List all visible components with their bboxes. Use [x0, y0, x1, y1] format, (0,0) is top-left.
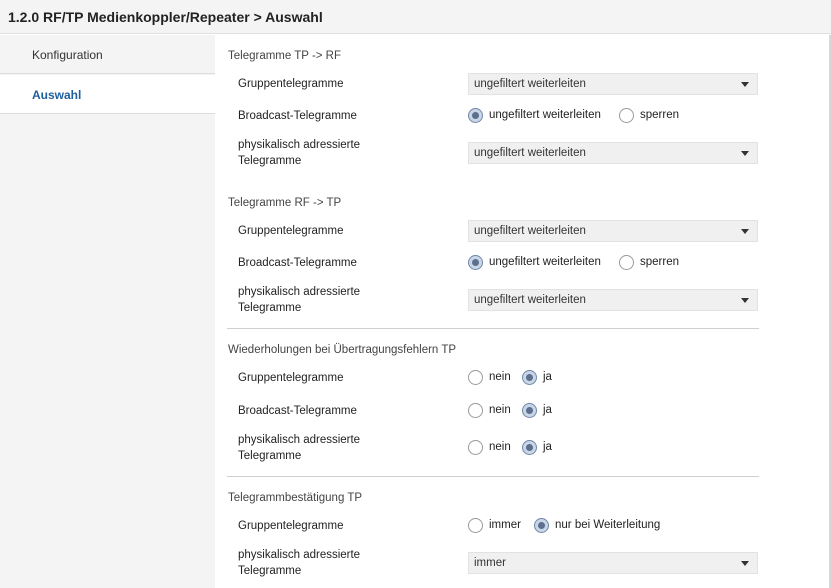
radio-label-sperren[interactable]: sperren — [640, 109, 679, 121]
section-title-rf-tp: Telegramme RF -> TP — [228, 197, 342, 209]
radio-label-ungefiltert[interactable]: ungefiltert weiterleiten — [489, 109, 601, 121]
chevron-down-icon — [741, 82, 749, 87]
dropdown-value: ungefiltert weiterleiten — [474, 147, 586, 159]
dropdown-value: immer — [474, 557, 506, 569]
radio-label-immer[interactable]: immer — [489, 519, 521, 531]
chevron-down-icon — [741, 229, 749, 234]
sidebar-item-auswahl[interactable]: Auswahl — [0, 75, 215, 114]
section-title-tp-rf: Telegramme TP -> RF — [228, 50, 342, 62]
section-divider — [227, 476, 759, 477]
parameter-panel: Telegramme TP -> RF Gruppentelegramme un… — [215, 35, 831, 588]
row-label-broadcast: Broadcast-Telegramme — [238, 405, 357, 417]
page-title: 1.2.0 RF/TP Medienkoppler/Repeater > Aus… — [8, 9, 323, 25]
radio-label-ja[interactable]: ja — [543, 441, 552, 453]
row-label-broadcast: Broadcast-Telegramme — [238, 110, 357, 122]
radio-label-nur-bei-weiterleitung[interactable]: nur bei Weiterleitung — [555, 519, 660, 531]
chevron-down-icon — [741, 151, 749, 156]
radio-nur-bei-weiterleitung[interactable] — [534, 518, 549, 533]
row-label-gruppentelegramme: Gruppentelegramme — [238, 520, 344, 532]
row-label-physical-line1: physikalisch adressierte — [238, 549, 361, 561]
radio-ja[interactable] — [522, 370, 537, 385]
radio-nein[interactable] — [468, 440, 483, 455]
physical-telegramme-dropdown[interactable]: ungefiltert weiterleiten — [468, 289, 758, 311]
dropdown-value: ungefiltert weiterleiten — [474, 294, 586, 306]
radio-label-nein[interactable]: nein — [489, 441, 511, 453]
radio-sperren[interactable] — [619, 108, 634, 123]
row-label-gruppentelegramme: Gruppentelegramme — [238, 372, 344, 384]
row-label-gruppentelegramme: Gruppentelegramme — [238, 78, 344, 90]
row-label-physical-line2: Telegramme — [238, 565, 302, 577]
row-label-broadcast: Broadcast-Telegramme — [238, 257, 357, 269]
sidebar: Konfiguration Auswahl — [0, 35, 215, 588]
row-label-gruppentelegramme: Gruppentelegramme — [238, 225, 344, 237]
radio-label-ja[interactable]: ja — [543, 371, 552, 383]
radio-nein[interactable] — [468, 403, 483, 418]
radio-label-nein[interactable]: nein — [489, 371, 511, 383]
radio-ja[interactable] — [522, 440, 537, 455]
gruppentelegramme-dropdown[interactable]: ungefiltert weiterleiten — [468, 73, 758, 95]
dropdown-value: ungefiltert weiterleiten — [474, 78, 586, 90]
radio-immer[interactable] — [468, 518, 483, 533]
radio-nein[interactable] — [468, 370, 483, 385]
gruppentelegramme-dropdown[interactable]: ungefiltert weiterleiten — [468, 220, 758, 242]
chevron-down-icon — [741, 298, 749, 303]
row-label-physical-line2: Telegramme — [238, 450, 302, 462]
radio-label-ja[interactable]: ja — [543, 404, 552, 416]
section-title-bestaetigung: Telegrammbestätigung TP — [228, 492, 363, 504]
row-label-physical-line2: Telegramme — [238, 155, 302, 167]
physical-telegramme-dropdown[interactable]: immer — [468, 552, 758, 574]
radio-sperren[interactable] — [619, 255, 634, 270]
section-divider — [227, 328, 759, 329]
radio-ja[interactable] — [522, 403, 537, 418]
radio-label-ungefiltert[interactable]: ungefiltert weiterleiten — [489, 256, 601, 268]
sidebar-item-label: Auswahl — [32, 88, 82, 102]
row-label-physical-line1: physikalisch adressierte — [238, 139, 361, 151]
chevron-down-icon — [741, 561, 749, 566]
radio-label-sperren[interactable]: sperren — [640, 256, 679, 268]
sidebar-item-label: Konfiguration — [32, 48, 103, 62]
dropdown-value: ungefiltert weiterleiten — [474, 225, 586, 237]
section-title-wiederholungen: Wiederholungen bei Übertragungsfehlern T… — [228, 344, 457, 356]
row-label-physical-line1: physikalisch adressierte — [238, 286, 361, 298]
physical-telegramme-dropdown[interactable]: ungefiltert weiterleiten — [468, 142, 758, 164]
title-bar: 1.2.0 RF/TP Medienkoppler/Repeater > Aus… — [0, 0, 831, 34]
row-label-physical-line1: physikalisch adressierte — [238, 434, 361, 446]
radio-label-nein[interactable]: nein — [489, 404, 511, 416]
radio-ungefiltert[interactable] — [468, 108, 483, 123]
sidebar-item-konfiguration[interactable]: Konfiguration — [0, 35, 215, 74]
row-label-physical-line2: Telegramme — [238, 302, 302, 314]
radio-ungefiltert[interactable] — [468, 255, 483, 270]
